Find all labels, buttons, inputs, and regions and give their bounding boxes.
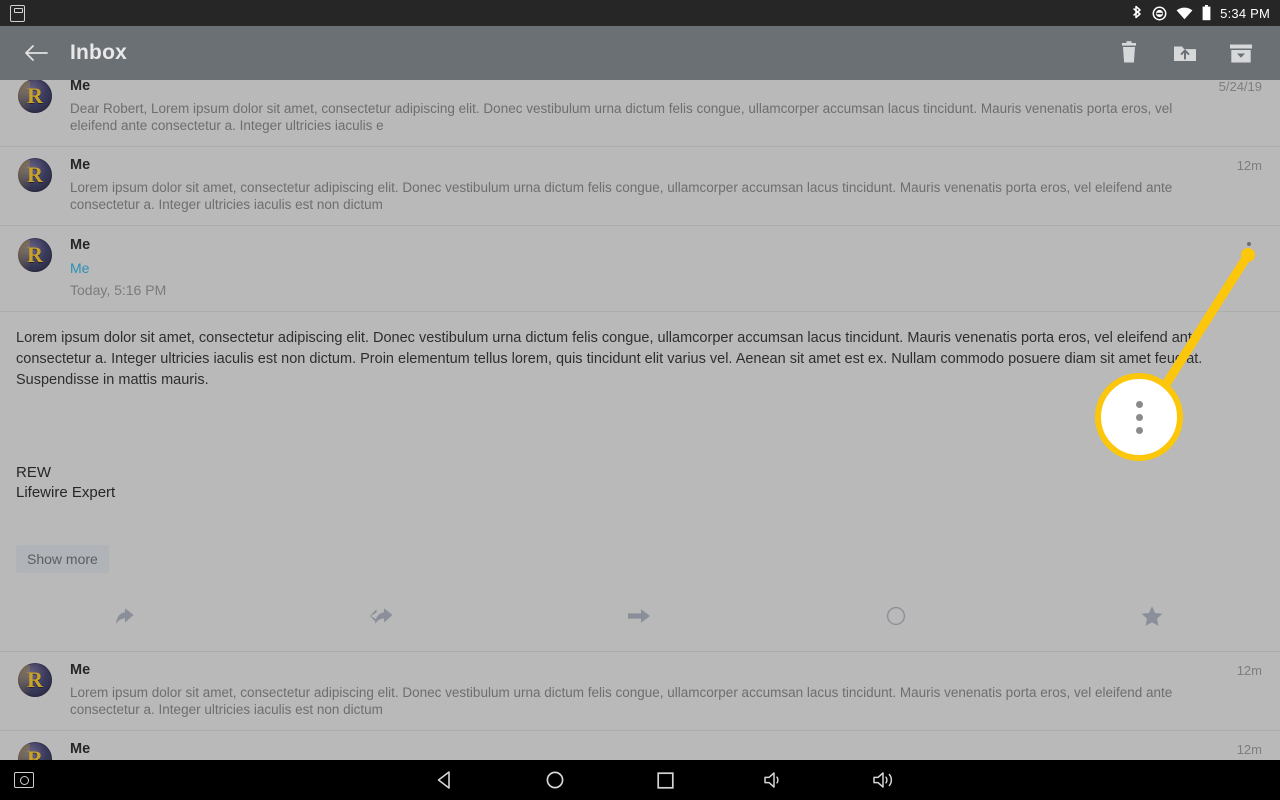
message-list-item[interactable]: R Me Dear Robert, Lorem ipsum dolor sit … bbox=[0, 80, 1280, 147]
home-circle-icon bbox=[546, 771, 564, 789]
message-sender: Me bbox=[70, 237, 91, 253]
recents-square-icon bbox=[656, 771, 674, 789]
reply-button[interactable] bbox=[0, 601, 256, 631]
volume-up-button[interactable] bbox=[830, 770, 940, 790]
message-signature: REW Lifewire Expert bbox=[0, 391, 1280, 503]
status-bar: 5:34 PM bbox=[0, 0, 1280, 26]
wifi-icon bbox=[1176, 7, 1193, 20]
navbar-buttons bbox=[390, 770, 1280, 790]
message-preview: Lorem ipsum dolor sit amet, consectetur … bbox=[70, 685, 1173, 717]
avatar: R bbox=[18, 238, 52, 272]
message-action-bar bbox=[0, 573, 1280, 651]
message-timestamp: 12m bbox=[1236, 742, 1262, 757]
show-more-button[interactable]: Show more bbox=[16, 545, 109, 573]
archive-icon bbox=[1230, 44, 1252, 62]
callout-highlight-circle bbox=[1095, 373, 1183, 461]
reply-icon bbox=[116, 608, 134, 624]
message-sender: Me bbox=[70, 662, 91, 678]
screenshot-icon bbox=[10, 4, 25, 22]
folder-up-icon bbox=[1174, 46, 1196, 61]
message-sender: Me bbox=[70, 80, 91, 94]
message-list-item[interactable]: R Me Lorem ipsum dolor sit amet, consect… bbox=[0, 147, 1280, 226]
nav-home-button[interactable] bbox=[500, 770, 610, 790]
app-bar-actions bbox=[1114, 38, 1264, 68]
signature-line-1: REW bbox=[16, 464, 51, 481]
message-body: Lorem ipsum dolor sit amet, consectetur … bbox=[16, 330, 1203, 388]
do-not-disturb-icon bbox=[1152, 6, 1167, 21]
bluetooth-icon bbox=[1132, 5, 1143, 21]
nav-back-button[interactable] bbox=[390, 770, 500, 790]
back-arrow-icon[interactable] bbox=[16, 33, 56, 73]
message-list-item[interactable]: R Me Lorem ipsum dolor sit amet, consect… bbox=[0, 652, 1280, 731]
show-more-container: Show more bbox=[0, 503, 1280, 573]
volume-up-icon bbox=[873, 772, 893, 788]
overflow-menu-icon[interactable] bbox=[1236, 236, 1262, 299]
message-timestamp: 5/24/19 bbox=[1218, 80, 1262, 94]
message-timestamp: 12m bbox=[1236, 663, 1262, 678]
app-bar: Inbox bbox=[0, 26, 1280, 80]
message-thread[interactable]: R Me Dear Robert, Lorem ipsum dolor sit … bbox=[0, 80, 1280, 760]
message-preview: Dear Robert, Lorem ipsum dolor sit amet,… bbox=[70, 101, 1173, 133]
volume-down-button[interactable] bbox=[720, 770, 830, 790]
avatar: R bbox=[18, 663, 52, 697]
message-sender: Me bbox=[70, 157, 91, 173]
volume-down-icon bbox=[764, 772, 779, 788]
avatar: R bbox=[18, 80, 52, 113]
avatar: R bbox=[18, 742, 52, 760]
android-email-screen: 5:34 PM Inbox R Me Dear Robert, Lorem ip… bbox=[0, 0, 1280, 800]
archive-button[interactable] bbox=[1226, 38, 1256, 68]
back-triangle-icon bbox=[437, 771, 450, 789]
page-title: Inbox bbox=[70, 41, 127, 64]
star-button[interactable] bbox=[1024, 601, 1280, 631]
status-bar-clock: 5:34 PM bbox=[1220, 5, 1270, 21]
move-to-folder-button[interactable] bbox=[1170, 38, 1200, 68]
message-sender: Me bbox=[70, 741, 91, 757]
message-list-item[interactable]: R Me Lorem ipsum dolor sit amet, consect… bbox=[0, 731, 1280, 760]
forward-button[interactable] bbox=[512, 601, 768, 631]
screenshot-icon[interactable] bbox=[14, 772, 34, 788]
message-date: Today, 5:16 PM bbox=[70, 282, 167, 298]
message-recipient[interactable]: Me bbox=[70, 259, 1226, 277]
expanded-message: R Me Me Today, 5:16 PM Lorem ipsum dolor… bbox=[0, 226, 1280, 652]
reply-all-button[interactable] bbox=[256, 601, 512, 631]
nav-recents-button[interactable] bbox=[610, 771, 720, 790]
avatar: R bbox=[18, 158, 52, 192]
status-bar-left bbox=[10, 4, 25, 22]
navbar-left bbox=[0, 772, 390, 788]
expanded-message-header[interactable]: R Me Me Today, 5:16 PM bbox=[0, 226, 1280, 312]
reply-all-icon bbox=[369, 608, 393, 624]
system-navigation-bar bbox=[0, 760, 1280, 800]
battery-icon bbox=[1202, 5, 1211, 21]
signature-line-2: Lifewire Expert bbox=[16, 484, 116, 501]
delete-button[interactable] bbox=[1114, 38, 1144, 68]
forward-arrow-icon bbox=[628, 609, 650, 623]
mark-unread-button[interactable] bbox=[768, 601, 1024, 631]
trash-icon bbox=[1122, 41, 1136, 63]
circle-outline-icon bbox=[886, 606, 906, 626]
message-timestamp: 12m bbox=[1236, 158, 1262, 173]
status-bar-right: 5:34 PM bbox=[1132, 5, 1270, 21]
message-preview: Lorem ipsum dolor sit amet, consectetur … bbox=[70, 180, 1173, 212]
star-icon bbox=[1141, 605, 1163, 626]
